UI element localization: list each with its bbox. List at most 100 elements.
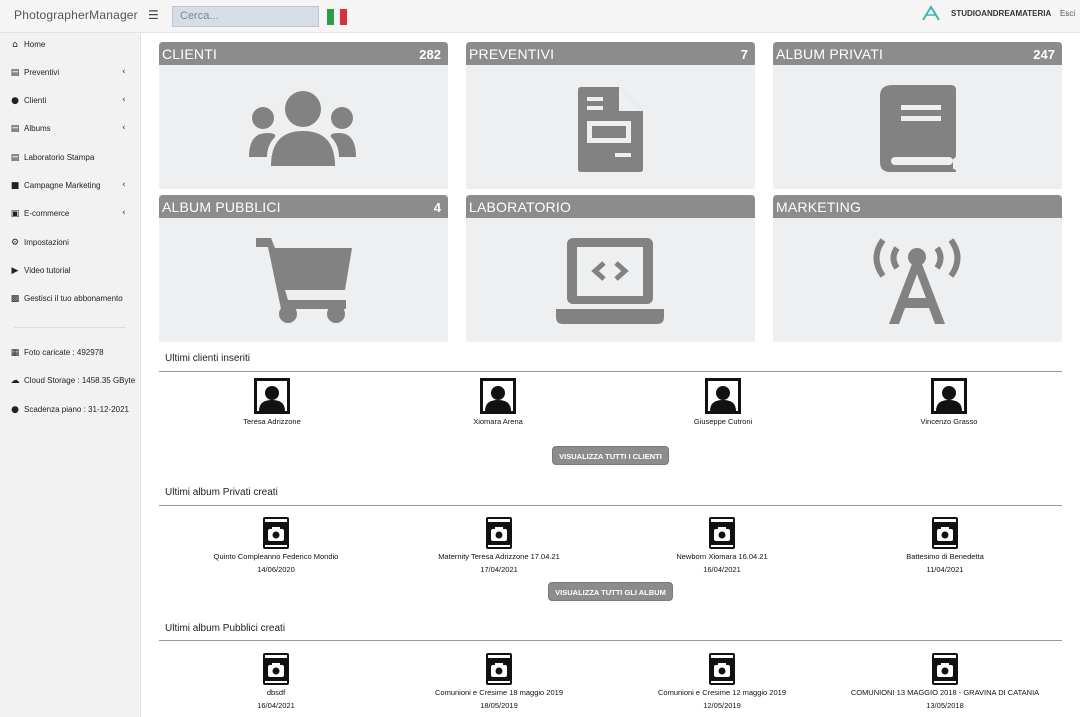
sidebar-item-label: Video tutorial (24, 266, 71, 275)
tile-count: 282 (419, 47, 441, 62)
tile-marketing[interactable]: MARKETING (773, 195, 1062, 342)
sidebar-item-campagne-marketing[interactable]: ■ Campagne Marketing ‹ (0, 177, 141, 197)
client-name: Giuseppe Cutroni (693, 417, 753, 426)
tile-title: CLIENTI (162, 46, 218, 62)
sidebar-item-label: Preventivi (24, 68, 60, 77)
album-name: Comunioni e Cresime 18 maggio 2019 (435, 688, 563, 697)
tile-album-pubblici[interactable]: ALBUM PUBBLICI 4 (159, 195, 448, 342)
studio-logo-icon (922, 5, 940, 21)
hamburger-icon[interactable]: ☰ (148, 9, 159, 21)
tile-title: ALBUM PRIVATI (776, 46, 884, 62)
tile-clienti[interactable]: CLIENTI 282 (159, 42, 448, 189)
photo-album-icon (932, 653, 958, 685)
album-card[interactable]: dbsdf 16/04/2021 (166, 653, 386, 710)
users-icon (249, 91, 356, 166)
tile-header: MARKETING (773, 195, 1062, 218)
album-date: 12/05/2019 (703, 701, 741, 710)
view-all-albums-button[interactable]: VISUALIZZA TUTTI GLI ALBUM (548, 582, 673, 601)
laptop-code-icon (556, 238, 664, 324)
sidebar-item-preventivi[interactable]: ▤ Preventivi ‹ (0, 64, 141, 84)
sidebar-stat-foto: ▦ Foto caricate : 492978 (0, 344, 141, 364)
album-date: 17/04/2021 (480, 565, 518, 574)
album-name: Quinto Compleanno Federico Mondio (213, 552, 339, 561)
photo-album-icon (486, 517, 512, 549)
client-card[interactable]: Giuseppe Cutroni (613, 378, 833, 426)
chevron-left-icon: ‹ (122, 208, 126, 218)
client-card[interactable]: Xiomara Arena (388, 378, 608, 426)
book-icon (880, 85, 956, 172)
photo-album-icon (932, 517, 958, 549)
tile-title: LABORATORIO (469, 199, 572, 215)
sidebar-item-label: Gestisci il tuo abbonamento (24, 294, 123, 303)
user-avatar-icon (705, 378, 741, 414)
album-name: dbsdf (266, 688, 286, 697)
album-date: 13/05/2018 (926, 701, 964, 710)
book-icon: ▤ (10, 153, 20, 163)
album-card[interactable]: Comunioni e Cresime 12 maggio 2019 12/05… (612, 653, 832, 710)
album-card[interactable]: Comunioni e Cresime 18 maggio 2019 18/05… (389, 653, 609, 710)
section-divider (159, 640, 1062, 641)
section-title-clienti: Ultimi clienti inseriti (165, 353, 251, 364)
money-icon: ▩ (10, 294, 20, 304)
tile-count: 4 (433, 200, 441, 215)
client-name: Vincenzo Grasso (920, 417, 978, 426)
tile-title: MARKETING (776, 199, 862, 215)
tile-header: CLIENTI 282 (159, 42, 448, 65)
cart-icon (256, 238, 352, 323)
sidebar-stat-label: Foto caricate : 492978 (24, 348, 104, 357)
tile-preventivi[interactable]: PREVENTIVI 7 (466, 42, 755, 189)
client-name: Teresa Adrizzone (243, 417, 301, 426)
app-brand[interactable]: PhotographerManager (14, 8, 138, 22)
album-date: 16/04/2021 (257, 701, 295, 710)
sidebar-item-label: Impostazioni (24, 238, 69, 247)
album-card[interactable]: Maternity Teresa Adrizzone 17.04.21 17/0… (389, 517, 609, 574)
sidebar-item-impostazioni[interactable]: ⚙ Impostazioni (0, 234, 141, 254)
sidebar-stat-label: Cloud Storage : 1458.35 GByte (24, 376, 136, 385)
file-invoice-icon (578, 87, 643, 172)
sidebar-item-label: Campagne Marketing (24, 181, 101, 190)
view-all-clients-button[interactable]: VISUALIZZA TUTTI I CLIENTI (552, 446, 669, 465)
album-card[interactable]: COMUNIONI 13 MAGGIO 2018 - GRAVINA DI CA… (835, 653, 1055, 710)
photo-album-icon (263, 653, 289, 685)
album-name: Battesimo di Benedetta (906, 552, 984, 561)
album-card[interactable]: Newborn Xiomara 16.04.21 16/04/2021 (612, 517, 832, 574)
photo-album-icon (709, 653, 735, 685)
sidebar-item-abbonamento[interactable]: ▩ Gestisci il tuo abbonamento (0, 290, 141, 310)
sidebar-item-label: E-commerce (24, 209, 70, 218)
album-date: 16/04/2021 (703, 565, 741, 574)
tile-album-privati[interactable]: ALBUM PRIVATI 247 (773, 42, 1062, 189)
sidebar-stat-label: Scadenza piano : 31-12-2021 (24, 405, 129, 414)
album-card[interactable]: Battesimo di Benedetta 11/04/2021 (835, 517, 1055, 574)
sidebar-divider (14, 327, 126, 328)
album-date: 18/05/2019 (480, 701, 518, 710)
section-title-album-pubblici: Ultimi album Pubblici creati (165, 623, 286, 634)
sidebar-item-video-tutorial[interactable]: ▶ Video tutorial (0, 262, 141, 282)
studio-name[interactable]: STUDIOANDREAMATERIA (951, 9, 1051, 18)
logout-link[interactable]: Esci (1060, 9, 1075, 18)
sidebar-item-home[interactable]: ⌂ Home (0, 36, 141, 56)
section-divider (159, 371, 1062, 372)
italian-flag-icon[interactable] (327, 9, 348, 25)
sidebar-item-laboratorio-stampa[interactable]: ▤ Laboratorio Stampa (0, 149, 141, 169)
album-card[interactable]: Quinto Compleanno Federico Mondio 14/06/… (166, 517, 386, 574)
photo-album-icon (486, 653, 512, 685)
sidebar-item-label: Home (24, 40, 46, 49)
video-icon: ▶ (11, 266, 19, 276)
tile-laboratorio[interactable]: LABORATORIO (466, 195, 755, 342)
file-icon: ▤ (10, 68, 20, 78)
sidebar-item-e-commerce[interactable]: ▣ E-commerce ‹ (0, 205, 141, 225)
search-input[interactable]: Cerca... (172, 6, 319, 27)
users-icon: ● (11, 96, 19, 106)
sidebar-stat-cloud: ☁ Cloud Storage : 1458.35 GByte (0, 372, 141, 392)
section-title-album-privati: Ultimi album Privati creati (165, 487, 278, 498)
cart-icon: ▣ (10, 209, 20, 219)
album-date: 14/06/2020 (257, 565, 295, 574)
section-divider (159, 505, 1062, 506)
client-card[interactable]: Vincenzo Grasso (839, 378, 1059, 426)
chevron-left-icon: ‹ (122, 123, 126, 133)
gear-icon: ⚙ (10, 238, 20, 248)
client-card[interactable]: Teresa Adrizzone (162, 378, 382, 426)
sidebar-item-albums[interactable]: ▤ Albums ‹ (0, 120, 141, 140)
home-icon: ⌂ (12, 40, 18, 50)
sidebar-item-clienti[interactable]: ● Clienti ‹ (0, 92, 141, 112)
